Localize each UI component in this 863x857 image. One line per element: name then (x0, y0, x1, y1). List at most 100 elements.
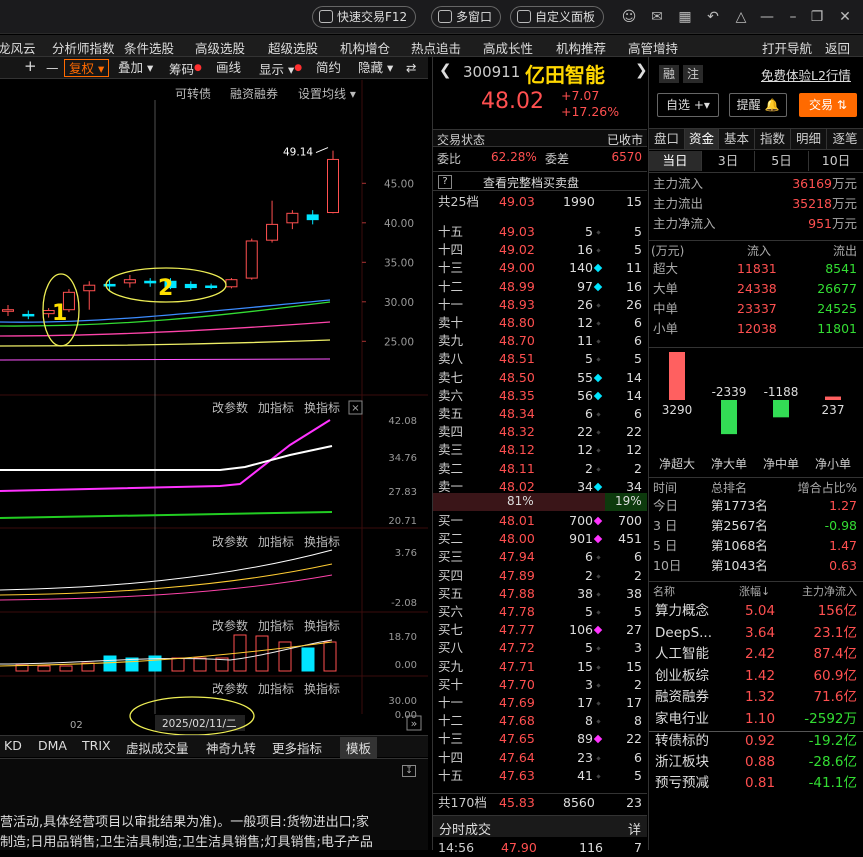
ask-row[interactable]: 卖六 48.35 56 14 (433, 387, 647, 405)
tab-virtual-volume[interactable]: 虚拟成交量 (126, 738, 189, 757)
bid-row[interactable]: 买二 48.00 901 451 (433, 530, 647, 548)
sector-row[interactable]: 算力概念 5.04 156亿 (649, 602, 863, 620)
multi-window-button[interactable]: 多窗口 (431, 6, 502, 28)
tab-template[interactable]: 模板 (340, 737, 378, 758)
sector-row[interactable]: 家电行业 1.10 -2592万 (649, 710, 863, 728)
ask-row[interactable]: 十一 48.93 26 26 (433, 296, 647, 314)
tab-basic[interactable]: 基本 (719, 129, 755, 149)
menu-item[interactable]: 高管增持 (628, 38, 678, 57)
ask-row[interactable]: 卖三 48.12 12 12 (433, 441, 647, 459)
bid-row[interactable]: 买四 47.89 2 2 (433, 567, 647, 585)
prev-stock-icon[interactable]: ❮ (439, 61, 452, 79)
minimize-icon[interactable]: — (758, 8, 776, 26)
add-indicator-button[interactable]: 加指标 (258, 534, 294, 549)
ask-row[interactable]: 卖九 48.70 11 6 (433, 332, 647, 350)
open-nav-button[interactable]: 打开导航 (762, 38, 812, 57)
switch-indicator-button[interactable]: 换指标 (304, 681, 340, 696)
menu-item[interactable]: 分析师指数 (52, 38, 115, 57)
add-indicator-button[interactable]: 加指标 (258, 618, 294, 633)
menu-item[interactable]: 超级选股 (268, 38, 318, 57)
overlay-button[interactable]: 叠加 ▾ (114, 59, 157, 77)
tab-3days[interactable]: 3日 (702, 151, 755, 171)
sector-row[interactable]: 创业板综 1.42 60.9亿 (649, 667, 863, 685)
draw-line-button[interactable]: 画线 (212, 59, 245, 77)
zoom-out-button[interactable]: — (42, 59, 63, 77)
ask-row[interactable]: 十二 48.99 97 16 (433, 278, 647, 296)
chips-button[interactable]: 筹码● (165, 59, 206, 77)
kline-chart-area[interactable]: 可转债 融资融券 设置均线 ▾ 45.00 40.00 35.00 30.00 25.0… (0, 80, 428, 735)
sector-row[interactable]: 人工智能 2.42 87.4亿 (649, 645, 863, 663)
minimize-window-icon[interactable]: – (784, 8, 802, 26)
tab-trix[interactable]: TRIX (82, 738, 111, 753)
simple-mode-button[interactable]: 简约 (312, 59, 345, 77)
bid-row[interactable]: 十五 47.63 41 5 (433, 767, 647, 785)
menu-item[interactable]: 高级选股 (195, 38, 245, 57)
ask-row[interactable]: 十四 49.02 16 5 (433, 241, 647, 259)
tab-magic-nine[interactable]: 神奇九转 (206, 738, 256, 757)
download-icon[interactable]: ↧ (402, 765, 416, 777)
menu-item[interactable]: 热点追击 (411, 38, 461, 57)
switch-indicator-button[interactable]: 换指标 (304, 534, 340, 549)
tab-index[interactable]: 指数 (755, 129, 791, 149)
sector-row[interactable]: 转债标的 0.92 -19.2亿 (649, 731, 863, 749)
fuquan-button[interactable]: 复权 ▾ (64, 59, 110, 77)
tab-today[interactable]: 当日 (649, 151, 702, 171)
switch-indicator-button[interactable]: 换指标 (304, 618, 340, 633)
add-indicator-button[interactable]: 加指标 (258, 681, 294, 696)
menu-item[interactable]: 条件选股 (124, 38, 174, 57)
tab-kd[interactable]: KD (4, 738, 22, 753)
ask-row[interactable]: 卖二 48.11 2 2 (433, 460, 647, 478)
bid-row[interactable]: 十二 47.68 8 8 (433, 712, 647, 730)
menu-item[interactable]: 龙风云 (0, 38, 36, 57)
sector-row[interactable]: DeepS... 3.64 23.1亿 (649, 624, 863, 642)
mail-icon[interactable]: ✉ (648, 8, 666, 26)
menu-item[interactable]: 高成长性 (483, 38, 533, 57)
menu-item[interactable]: 机构增仓 (340, 38, 390, 57)
bid-row[interactable]: 买八 47.72 5 3 (433, 639, 647, 657)
change-param-button[interactable]: 改参数 (212, 534, 248, 549)
bid-row[interactable]: 买六 47.78 5 5 (433, 603, 647, 621)
zoom-in-button[interactable]: + (20, 57, 41, 75)
shirt-icon[interactable]: △ (732, 8, 750, 26)
ask-row[interactable]: 卖四 48.32 22 22 (433, 423, 647, 441)
tab-more-indicators[interactable]: 更多指标 (272, 738, 322, 757)
display-button[interactable]: 显示 ▾● (255, 59, 306, 77)
bid-row[interactable]: 买五 47.88 38 38 (433, 585, 647, 603)
tab-dma[interactable]: DMA (38, 738, 67, 753)
quick-trade-button[interactable]: 快速交易F12 (312, 6, 417, 28)
user-icon[interactable]: ☺ (620, 8, 638, 26)
hide-button[interactable]: 隐藏 ▾ (354, 59, 397, 77)
ask-row[interactable]: 十五 49.03 5 5 (433, 223, 647, 241)
ask-row[interactable]: 卖十 48.80 12 6 (433, 314, 647, 332)
bid-row[interactable]: 买一 48.01 700 700 (433, 512, 647, 530)
tab-funds[interactable]: 资金 (685, 129, 719, 149)
change-param-button[interactable]: 改参数 (212, 618, 248, 633)
change-param-button[interactable]: 改参数 (212, 681, 248, 696)
next-stock-icon[interactable]: ❯ (635, 61, 648, 79)
add-watchlist-button[interactable]: 自选 +▾ (657, 93, 719, 117)
ask-row[interactable]: 卖八 48.51 5 5 (433, 350, 647, 368)
menu-item[interactable]: 机构推荐 (556, 38, 606, 57)
full-book-link[interactable]: ? 查看完整档买卖盘 (433, 171, 647, 191)
bid-row[interactable]: 买九 47.71 15 15 (433, 658, 647, 676)
bid-row[interactable]: 十一 47.69 17 17 (433, 694, 647, 712)
l2-trial-link[interactable]: 免费体验L2行情 (761, 65, 851, 84)
trade-button[interactable]: 交易 ⇅ (799, 93, 857, 117)
sector-row[interactable]: 浙江板块 0.88 -28.6亿 (649, 753, 863, 771)
grid-icon[interactable]: ▦ (676, 8, 694, 26)
add-indicator-button[interactable]: 加指标 (258, 400, 294, 415)
tab-5days[interactable]: 5日 (755, 151, 809, 171)
sector-row[interactable]: 融资融券 1.32 71.6亿 (649, 688, 863, 706)
help-icon[interactable]: ? (438, 175, 452, 189)
ask-row[interactable]: 卖七 48.50 55 14 (433, 369, 647, 387)
close-icon[interactable]: ✕ (836, 8, 854, 26)
ask-row[interactable]: 卖五 48.34 6 6 (433, 405, 647, 423)
change-param-button[interactable]: 改参数 (212, 400, 248, 415)
restore-icon[interactable]: ❐ (808, 8, 826, 26)
tab-detail[interactable]: 明细 (791, 129, 827, 149)
custom-panel-button[interactable]: 自定义面板 (510, 6, 605, 28)
bid-row[interactable]: 买七 47.77 106 27 (433, 621, 647, 639)
tab-tick-by-tick[interactable]: 逐笔 (827, 129, 863, 149)
sector-row[interactable]: 预亏预减 0.81 -41.1亿 (649, 774, 863, 792)
alert-button[interactable]: 提醒 🔔 (729, 93, 787, 117)
